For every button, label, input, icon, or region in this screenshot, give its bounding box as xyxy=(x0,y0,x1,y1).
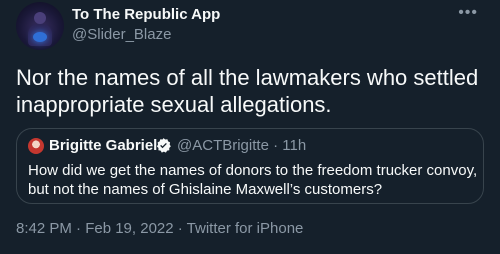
quote-meta[interactable]: @ACTBrigitte · 11h xyxy=(177,137,306,154)
quoted-tweet[interactable]: Brigitte Gabriel @ACTBrigitte · 11h How … xyxy=(16,128,484,204)
author-handle[interactable]: @Slider_Blaze xyxy=(72,26,171,43)
avatar-figure-head xyxy=(34,12,46,24)
tweet-text: Nor the names of all the lawmakers who s… xyxy=(16,65,479,117)
author-name[interactable]: To The Republic App xyxy=(72,6,220,23)
more-horizontal-icon[interactable]: ••• xyxy=(458,4,478,22)
avatar-glow xyxy=(33,32,47,42)
author-avatar[interactable] xyxy=(16,2,64,50)
tweet[interactable]: To The Republic App @Slider_Blaze ••• No… xyxy=(0,0,500,254)
quote-text: How did we get the names of donors to th… xyxy=(28,162,478,198)
verified-badge-icon xyxy=(156,138,171,153)
tweet-timestamp[interactable]: 8:42 PM · Feb 19, 2022 · Twitter for iPh… xyxy=(16,220,303,237)
quote-author-avatar[interactable] xyxy=(28,138,44,154)
quote-author-name[interactable]: Brigitte Gabriel xyxy=(49,137,157,154)
